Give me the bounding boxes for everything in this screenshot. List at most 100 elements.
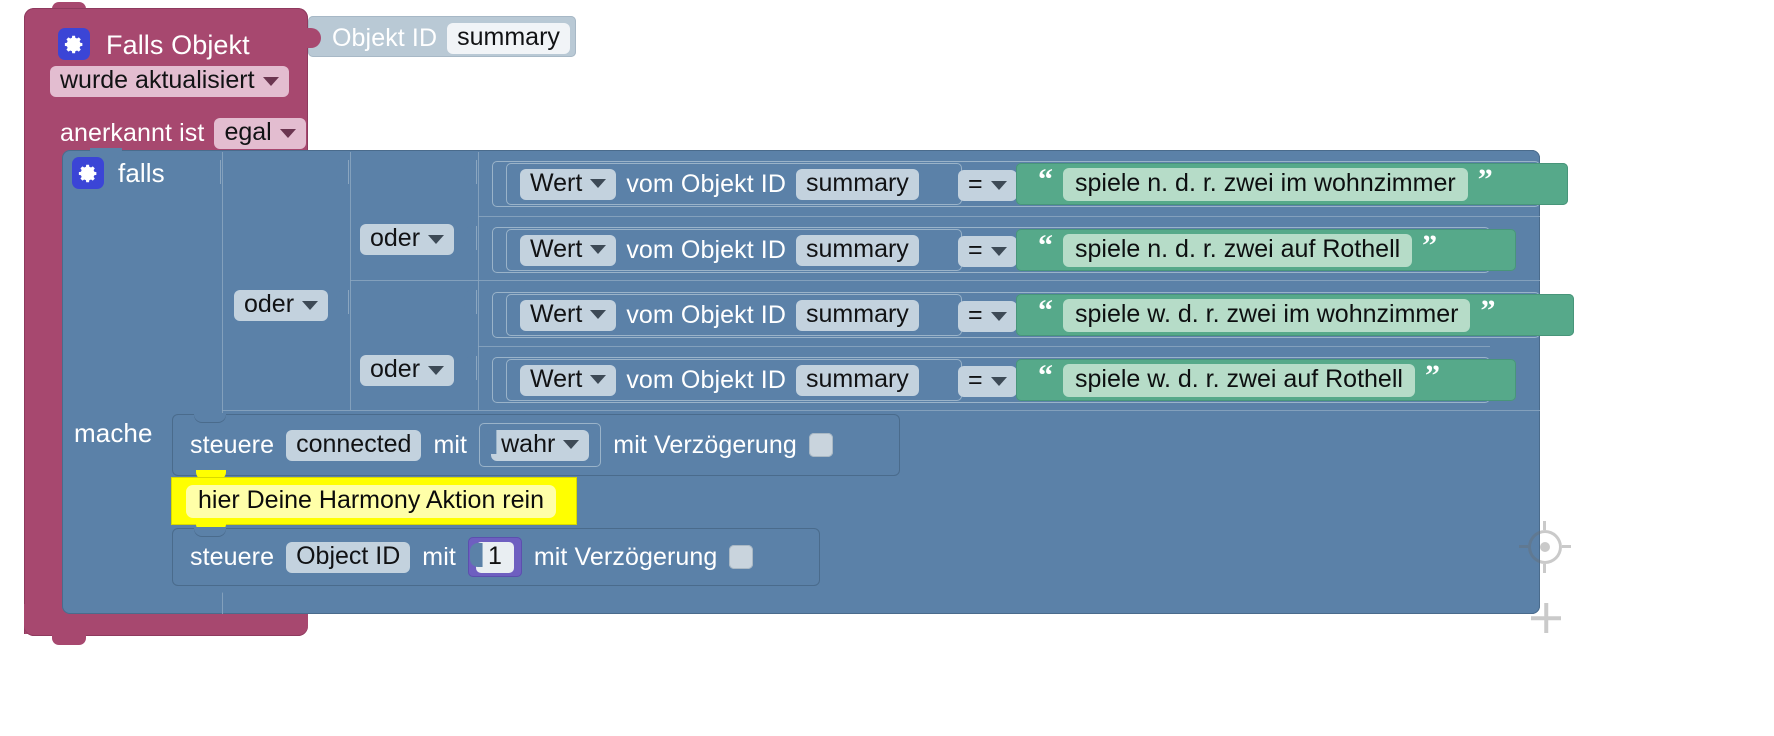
statement-notch bbox=[194, 527, 226, 537]
operator-dropdown[interactable]: = bbox=[958, 301, 1017, 332]
operator-label: = bbox=[968, 236, 983, 264]
text-value[interactable]: spiele w. d. r. zwei auf Rothell bbox=[1063, 363, 1415, 397]
quote-close-icon: ” bbox=[1424, 359, 1440, 392]
do-label: mache bbox=[74, 418, 153, 448]
getter-dropdown[interactable]: Wert bbox=[520, 234, 617, 266]
operator-dropdown[interactable]: = bbox=[958, 366, 1017, 397]
event-block-falls-objekt[interactable]: Falls Objekt wurde aktualisiert anerkann… bbox=[24, 8, 308, 160]
chevron-down-icon bbox=[590, 310, 607, 319]
getter-dropdown-label: Wert bbox=[530, 364, 583, 393]
socket-icon bbox=[336, 160, 349, 184]
trigger-dropdown[interactable]: wurde aktualisiert bbox=[50, 66, 289, 97]
divider bbox=[478, 216, 1540, 217]
condition-row[interactable]: Wert vom Objekt ID summary = “ spiele w.… bbox=[492, 357, 1516, 403]
getter-block[interactable]: Wert vom Objekt ID summary bbox=[506, 229, 962, 271]
chevron-down-icon bbox=[262, 76, 279, 86]
condition-row[interactable]: Wert vom Objekt ID summary = “ spiele n.… bbox=[492, 227, 1516, 273]
statement-with-label: mit bbox=[422, 542, 456, 571]
operator-label: = bbox=[968, 170, 983, 198]
text-value[interactable]: spiele n. d. r. zwei im wohnzimmer bbox=[1063, 167, 1468, 201]
trigger-dropdown-label: wurde aktualisiert bbox=[60, 66, 255, 94]
getter-label: vom Objekt ID bbox=[626, 365, 787, 394]
getter-dropdown[interactable]: Wert bbox=[520, 364, 617, 396]
statement-with-label: mit bbox=[433, 430, 468, 459]
text-value[interactable]: spiele w. d. r. zwei im wohnzimmer bbox=[1063, 298, 1471, 332]
comment-block[interactable]: hier Deine Harmony Aktion rein bbox=[172, 478, 576, 524]
puzzle-socket-icon bbox=[307, 28, 321, 48]
operator-dropdown[interactable]: = bbox=[958, 170, 1017, 201]
socket-icon bbox=[464, 226, 477, 250]
chevron-down-icon bbox=[990, 246, 1007, 256]
chevron-down-icon bbox=[990, 311, 1007, 321]
statement-verb: steuere bbox=[190, 542, 275, 571]
text-value[interactable]: spiele n. d. r. zwei auf Rothell bbox=[1063, 233, 1413, 267]
ack-label: anerkannt ist bbox=[60, 119, 205, 147]
getter-block[interactable]: Wert vom Objekt ID summary bbox=[506, 294, 962, 336]
or-dropdown-outer[interactable]: oder bbox=[234, 290, 329, 321]
divider bbox=[478, 346, 1490, 347]
getter-dropdown[interactable]: Wert bbox=[520, 299, 617, 331]
statement-target[interactable]: Object ID bbox=[286, 541, 411, 573]
or-dropdown-inner-top-label: oder bbox=[370, 224, 421, 252]
statement-delay-checkbox[interactable] bbox=[729, 545, 754, 569]
getter-object-id[interactable]: summary bbox=[796, 364, 919, 396]
or-dropdown-inner-top[interactable]: oder bbox=[360, 224, 455, 255]
socket-icon bbox=[464, 160, 477, 184]
statement-value-slot[interactable]: wahr bbox=[479, 423, 601, 467]
operator-dropdown[interactable]: = bbox=[958, 236, 1017, 267]
getter-label: vom Objekt ID bbox=[626, 300, 787, 329]
statement-value-label: wahr bbox=[501, 429, 556, 458]
socket-icon bbox=[464, 290, 477, 314]
objekt-id-value[interactable]: summary bbox=[447, 23, 570, 54]
statement-steuere-object-id[interactable]: steuere Object ID mit 1 mit Verzögerung bbox=[172, 527, 820, 586]
comment-text[interactable]: hier Deine Harmony Aktion rein bbox=[186, 484, 556, 518]
condition-row[interactable]: Wert vom Objekt ID summary = “ spiele n.… bbox=[492, 161, 1568, 207]
getter-block[interactable]: Wert vom Objekt ID summary bbox=[506, 359, 962, 401]
center-target-icon[interactable] bbox=[1519, 521, 1571, 573]
getter-object-id[interactable]: summary bbox=[796, 234, 919, 266]
text-value-block[interactable]: “ spiele n. d. r. zwei auf Rothell ” bbox=[1016, 229, 1516, 271]
event-block-title: Falls Objekt bbox=[106, 30, 250, 60]
statement-delay-checkbox[interactable] bbox=[808, 433, 833, 457]
or-dropdown-inner-bottom-label: oder bbox=[370, 355, 421, 383]
zoom-in-icon[interactable] bbox=[1528, 600, 1564, 636]
or-dropdown-outer-label: oder bbox=[244, 290, 295, 318]
condition-row[interactable]: Wert vom Objekt ID summary = “ spiele w.… bbox=[492, 292, 1574, 338]
divider bbox=[222, 410, 1540, 411]
statement-target[interactable]: connected bbox=[286, 429, 422, 461]
getter-dropdown-label: Wert bbox=[530, 234, 583, 263]
text-value-block[interactable]: “ spiele n. d. r. zwei im wohnzimmer ” bbox=[1016, 163, 1568, 205]
operator-label: = bbox=[968, 366, 983, 394]
statement-delay-label: mit Verzögerung bbox=[533, 542, 718, 571]
chevron-down-icon bbox=[590, 179, 607, 188]
quote-close-icon: ” bbox=[1422, 229, 1438, 262]
quote-close-icon: ” bbox=[1480, 294, 1496, 327]
chevron-down-icon bbox=[990, 180, 1007, 190]
getter-dropdown[interactable]: Wert bbox=[520, 168, 617, 200]
getter-object-id[interactable]: summary bbox=[796, 299, 919, 331]
if-gear-icon[interactable] bbox=[72, 157, 104, 189]
getter-block[interactable]: Wert vom Objekt ID summary bbox=[506, 163, 962, 205]
getter-object-id[interactable]: summary bbox=[796, 168, 919, 200]
or-dropdown-inner-bottom[interactable]: oder bbox=[360, 355, 455, 386]
gear-icon[interactable] bbox=[58, 28, 90, 60]
text-value-block[interactable]: “ spiele w. d. r. zwei im wohnzimmer ” bbox=[1016, 294, 1574, 336]
divider bbox=[478, 152, 479, 410]
chevron-down-icon bbox=[302, 300, 319, 310]
getter-label: vom Objekt ID bbox=[626, 169, 787, 198]
getter-dropdown-label: Wert bbox=[530, 168, 583, 197]
operator-label: = bbox=[968, 301, 983, 329]
getter-label: vom Objekt ID bbox=[626, 235, 787, 264]
text-value-block[interactable]: “ spiele w. d. r. zwei auf Rothell ” bbox=[1016, 359, 1516, 401]
objekt-id-value-block[interactable]: Objekt ID summary bbox=[307, 16, 576, 57]
statement-steuere-connected[interactable]: steuere connected mit wahr mit Verzögeru… bbox=[172, 413, 900, 476]
if-label: falls bbox=[118, 158, 165, 188]
chevron-down-icon bbox=[563, 440, 580, 449]
quote-open-icon: “ bbox=[1038, 359, 1053, 392]
socket-icon bbox=[208, 160, 221, 184]
getter-dropdown-label: Wert bbox=[530, 299, 583, 328]
chevron-down-icon bbox=[279, 128, 296, 138]
quote-open-icon: “ bbox=[1038, 229, 1053, 262]
statement-value-dropdown[interactable]: wahr bbox=[491, 429, 590, 461]
ack-dropdown[interactable]: egal bbox=[214, 118, 306, 149]
